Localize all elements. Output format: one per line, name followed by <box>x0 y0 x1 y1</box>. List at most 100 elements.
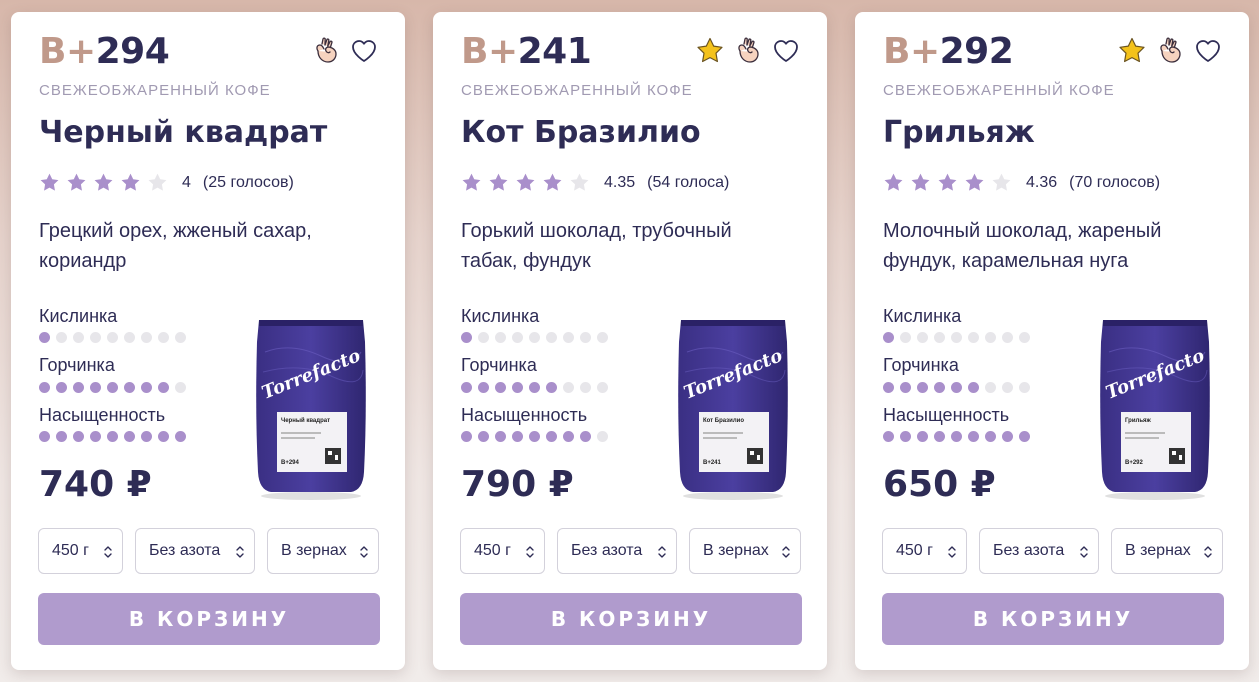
add-to-cart-button[interactable]: В КОРЗИНУ <box>460 593 802 645</box>
scale-dot <box>461 382 472 393</box>
product-rating: 4 (25 голосов) <box>39 172 294 193</box>
scale-dot <box>529 431 540 442</box>
nitrogen-select[interactable]: Без азота <box>135 528 255 574</box>
scale-dot <box>141 431 152 442</box>
rating-star-filled-icon[interactable] <box>39 172 60 193</box>
product-code: В+241 <box>461 31 592 72</box>
bitterness-scale <box>883 382 1030 393</box>
grind-select-value: В зернах <box>703 542 769 559</box>
product-rating: 4.36 (70 голосов) <box>883 172 1160 193</box>
ok-hand-icon[interactable] <box>1155 36 1185 66</box>
scale-dot <box>495 431 506 442</box>
product-name[interactable]: Черный квадрат <box>39 115 327 150</box>
rating-star-filled-icon[interactable] <box>488 172 509 193</box>
rating-star-empty-icon[interactable] <box>991 172 1012 193</box>
rating-star-empty-icon[interactable] <box>147 172 168 193</box>
scale-dot <box>546 382 557 393</box>
weight-select[interactable]: 450 г <box>882 528 967 574</box>
add-to-cart-button[interactable]: В КОРЗИНУ <box>882 593 1224 645</box>
rating-stars[interactable] <box>39 172 168 193</box>
scale-dot <box>158 332 169 343</box>
product-code-prefix: В+ <box>883 31 940 72</box>
rating-star-filled-icon[interactable] <box>120 172 141 193</box>
scale-dot <box>73 431 84 442</box>
scale-dot <box>56 332 67 343</box>
rating-votes: (25 голосов) <box>202 173 294 191</box>
scale-dot <box>968 332 979 343</box>
product-code-number: 241 <box>517 31 592 72</box>
weight-select[interactable]: 450 г <box>460 528 545 574</box>
scale-dot <box>512 431 523 442</box>
grind-select[interactable]: В зернах <box>689 528 801 574</box>
scale-dot <box>90 382 101 393</box>
rating-value: 4.35 <box>604 173 636 191</box>
rating-star-filled-icon[interactable] <box>461 172 482 193</box>
product-category: СВЕЖЕОБЖАРЕННЫЙ КОФЕ <box>461 82 693 99</box>
scale-dot <box>917 332 928 343</box>
pack-label-code: B+292 <box>1125 460 1144 466</box>
scale-dot <box>883 332 894 343</box>
scale-dot <box>1019 332 1030 343</box>
scale-dot <box>39 431 50 442</box>
scale-dot <box>141 382 152 393</box>
chevron-up-down-icon <box>360 546 368 558</box>
scale-dot <box>985 332 996 343</box>
acidity-scale <box>461 332 608 343</box>
saturation-label: Насыщенность <box>39 405 166 425</box>
scale-dot <box>73 382 84 393</box>
scale-dot <box>951 332 962 343</box>
rating-star-filled-icon[interactable] <box>937 172 958 193</box>
product-name[interactable]: Грильяж <box>883 115 1035 150</box>
acidity-scale <box>39 332 186 343</box>
scale-dot <box>512 382 523 393</box>
coffee-pack-image[interactable]: Torrefacto Черный квадрат B+294 <box>251 312 371 502</box>
scale-dot <box>461 332 472 343</box>
product-rating: 4.35 (54 голоса) <box>461 172 729 193</box>
product-name[interactable]: Кот Бразилио <box>461 115 701 150</box>
rating-star-filled-icon[interactable] <box>883 172 904 193</box>
scale-dot <box>580 431 591 442</box>
rating-star-filled-icon[interactable] <box>910 172 931 193</box>
product-price: 650 ₽ <box>883 464 996 505</box>
chevron-up-down-icon <box>658 546 666 558</box>
scale-dot <box>900 431 911 442</box>
scale-dot <box>563 431 574 442</box>
add-to-cart-button[interactable]: В КОРЗИНУ <box>38 593 380 645</box>
saturation-scale <box>461 431 608 442</box>
rating-star-filled-icon[interactable] <box>66 172 87 193</box>
scale-dot <box>175 382 186 393</box>
rating-star-filled-icon[interactable] <box>964 172 985 193</box>
heart-icon[interactable] <box>1193 36 1223 66</box>
ok-hand-icon[interactable] <box>311 36 341 66</box>
rating-stars[interactable] <box>883 172 1012 193</box>
heart-icon[interactable] <box>771 36 801 66</box>
rating-star-filled-icon[interactable] <box>93 172 114 193</box>
scale-dot <box>934 382 945 393</box>
scale-dot <box>90 431 101 442</box>
coffee-pack-image[interactable]: Torrefacto Кот Бразилио B+241 <box>673 312 793 502</box>
nitrogen-select[interactable]: Без азота <box>979 528 1099 574</box>
scale-dot <box>124 382 135 393</box>
bitterness-scale <box>39 382 186 393</box>
scale-dot <box>90 332 101 343</box>
star-icon[interactable] <box>1117 36 1147 66</box>
heart-icon[interactable] <box>349 36 379 66</box>
rating-star-filled-icon[interactable] <box>542 172 563 193</box>
coffee-pack-image[interactable]: Torrefacto Грильяж B+292 <box>1095 312 1215 502</box>
scale-dot <box>951 431 962 442</box>
scale-dot <box>563 382 574 393</box>
product-description: Молочный шоколад, жареный фундук, караме… <box>883 220 1162 272</box>
grind-select-value: В зернах <box>281 542 347 559</box>
rating-stars[interactable] <box>461 172 590 193</box>
grind-select[interactable]: В зернах <box>1111 528 1223 574</box>
star-icon[interactable] <box>695 36 725 66</box>
rating-star-empty-icon[interactable] <box>569 172 590 193</box>
scale-dot <box>883 431 894 442</box>
chevron-up-down-icon <box>1080 546 1088 558</box>
scale-dot <box>1002 332 1013 343</box>
ok-hand-icon[interactable] <box>733 36 763 66</box>
weight-select[interactable]: 450 г <box>38 528 123 574</box>
grind-select[interactable]: В зернах <box>267 528 379 574</box>
nitrogen-select[interactable]: Без азота <box>557 528 677 574</box>
rating-star-filled-icon[interactable] <box>515 172 536 193</box>
